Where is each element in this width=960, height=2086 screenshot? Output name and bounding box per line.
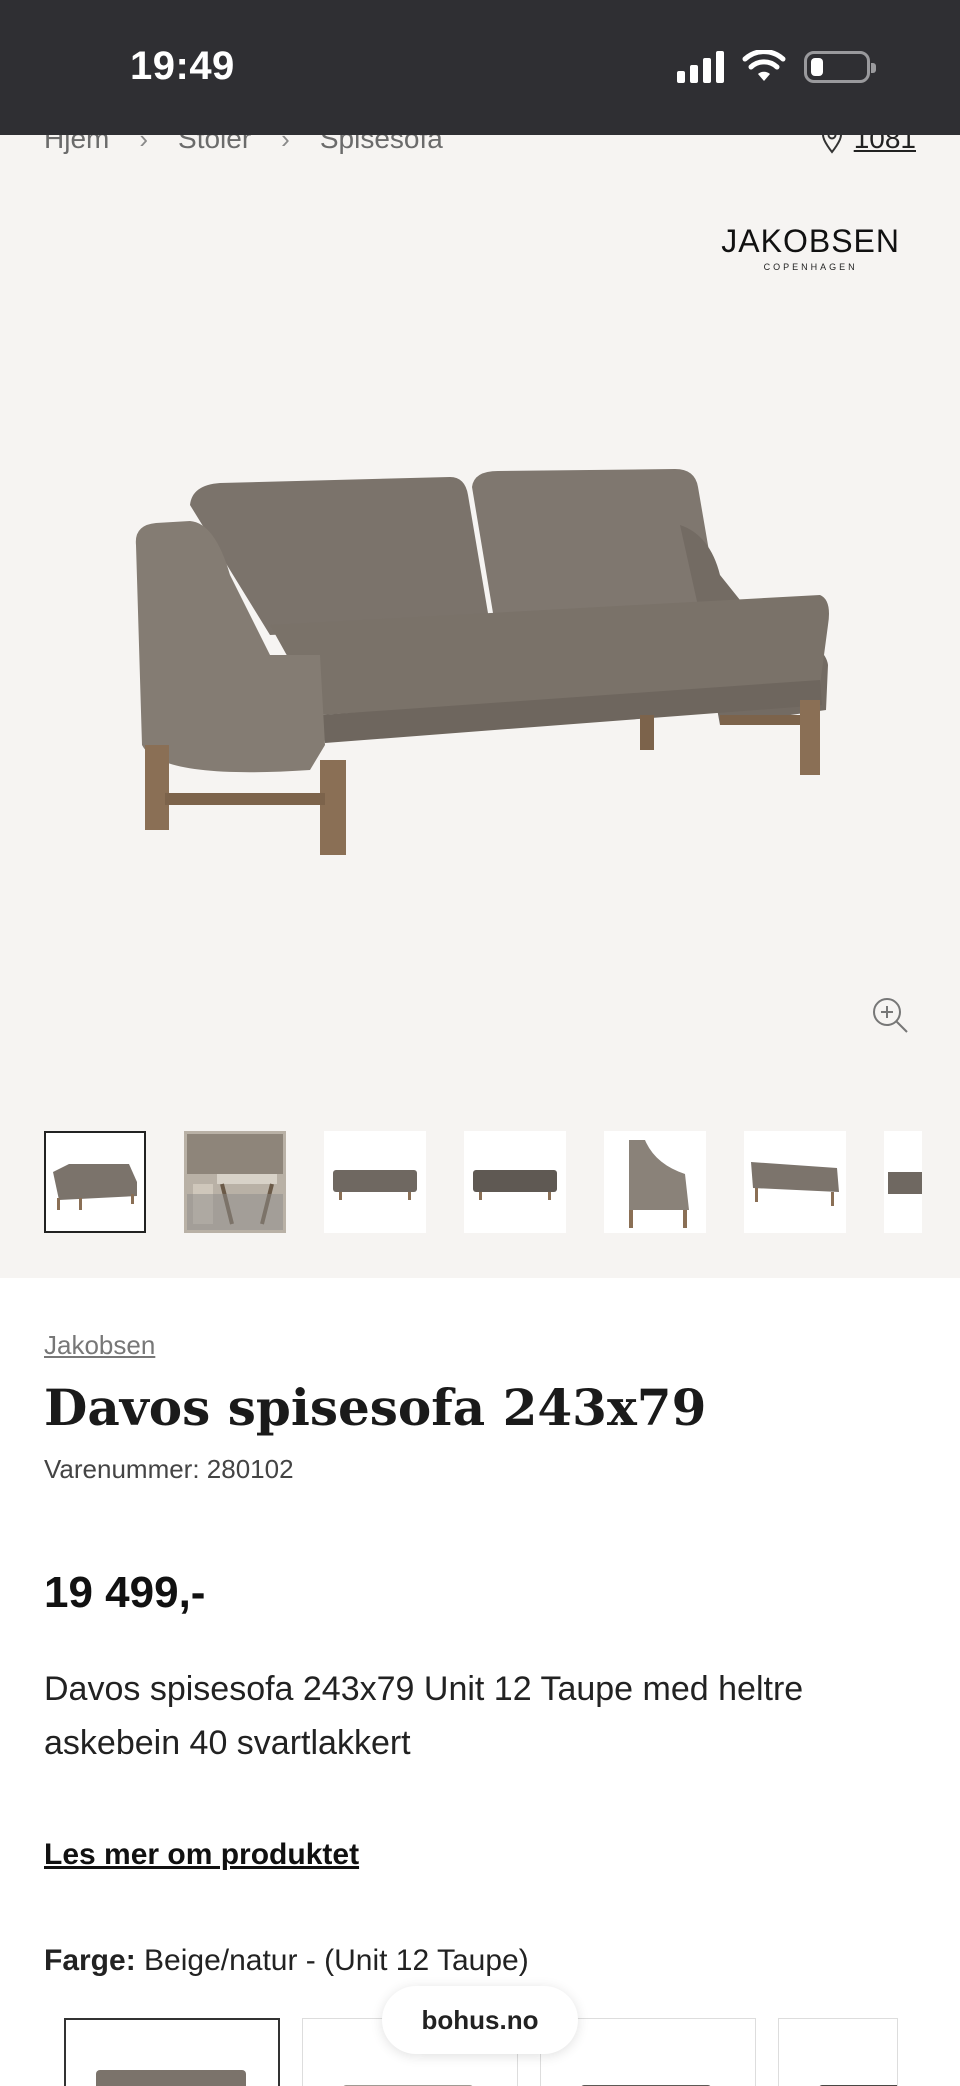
status-icons	[677, 50, 876, 84]
status-bar: 19:49	[0, 0, 960, 135]
location-pin-icon	[821, 135, 842, 154]
color-label: Farge:	[44, 1944, 136, 1977]
breadcrumb: Hjem › Stoler › Spisesofa	[44, 135, 443, 155]
chevron-right-icon: ›	[139, 135, 149, 154]
product-image[interactable]	[120, 425, 840, 855]
brand-logo-name: JAKOBSEN	[721, 223, 900, 259]
store-number[interactable]: 1081	[854, 135, 916, 155]
product-price: 19 499,-	[44, 1568, 206, 1617]
color-swatch[interactable]	[64, 2018, 280, 2086]
wifi-icon	[742, 50, 786, 81]
color-selection: Farge: Beige/natur - (Unit 12 Taupe)	[44, 1944, 529, 1978]
thumbnail[interactable]	[744, 1131, 846, 1233]
breadcrumb-item-stoler[interactable]: Stoler	[178, 135, 251, 155]
thumbnail[interactable]	[184, 1131, 286, 1233]
site-url-pill[interactable]: bohus.no	[382, 1986, 578, 2054]
product-title: Davos spisesofa 243x79	[44, 1378, 707, 1437]
read-more-link[interactable]: Les mer om produktet	[44, 1838, 359, 1872]
brand-link[interactable]: Jakobsen	[44, 1330, 155, 1361]
cellular-signal-icon	[677, 51, 724, 83]
chevron-right-icon: ›	[281, 135, 290, 154]
product-gallery: Hjem › Stoler › Spisesofa 1081 JAKOBSEN …	[0, 135, 960, 1278]
status-time: 19:49	[130, 44, 235, 88]
thumbnail[interactable]	[324, 1131, 426, 1233]
thumbnail[interactable]	[884, 1131, 922, 1233]
brand-logo: JAKOBSEN COPENHAGEN	[721, 223, 900, 272]
zoom-in-icon[interactable]	[870, 995, 910, 1035]
thumbnail-strip	[44, 1131, 922, 1233]
thumbnail[interactable]	[44, 1131, 146, 1233]
product-description: Davos spisesofa 243x79 Unit 12 Taupe med…	[44, 1670, 804, 1762]
brand-logo-tagline: COPENHAGEN	[763, 262, 858, 272]
breadcrumb-item-home[interactable]: Hjem	[44, 135, 109, 155]
store-link[interactable]: 1081	[820, 135, 916, 155]
thumbnail[interactable]	[604, 1131, 706, 1233]
breadcrumb-item-spisesofa[interactable]: Spisesofa	[320, 135, 443, 155]
color-swatch[interactable]	[778, 2018, 898, 2086]
battery-icon	[804, 51, 876, 83]
thumbnail[interactable]	[464, 1131, 566, 1233]
color-value: Beige/natur - (Unit 12 Taupe)	[144, 1944, 529, 1977]
sku-number: Varenummer: 280102	[44, 1454, 294, 1484]
